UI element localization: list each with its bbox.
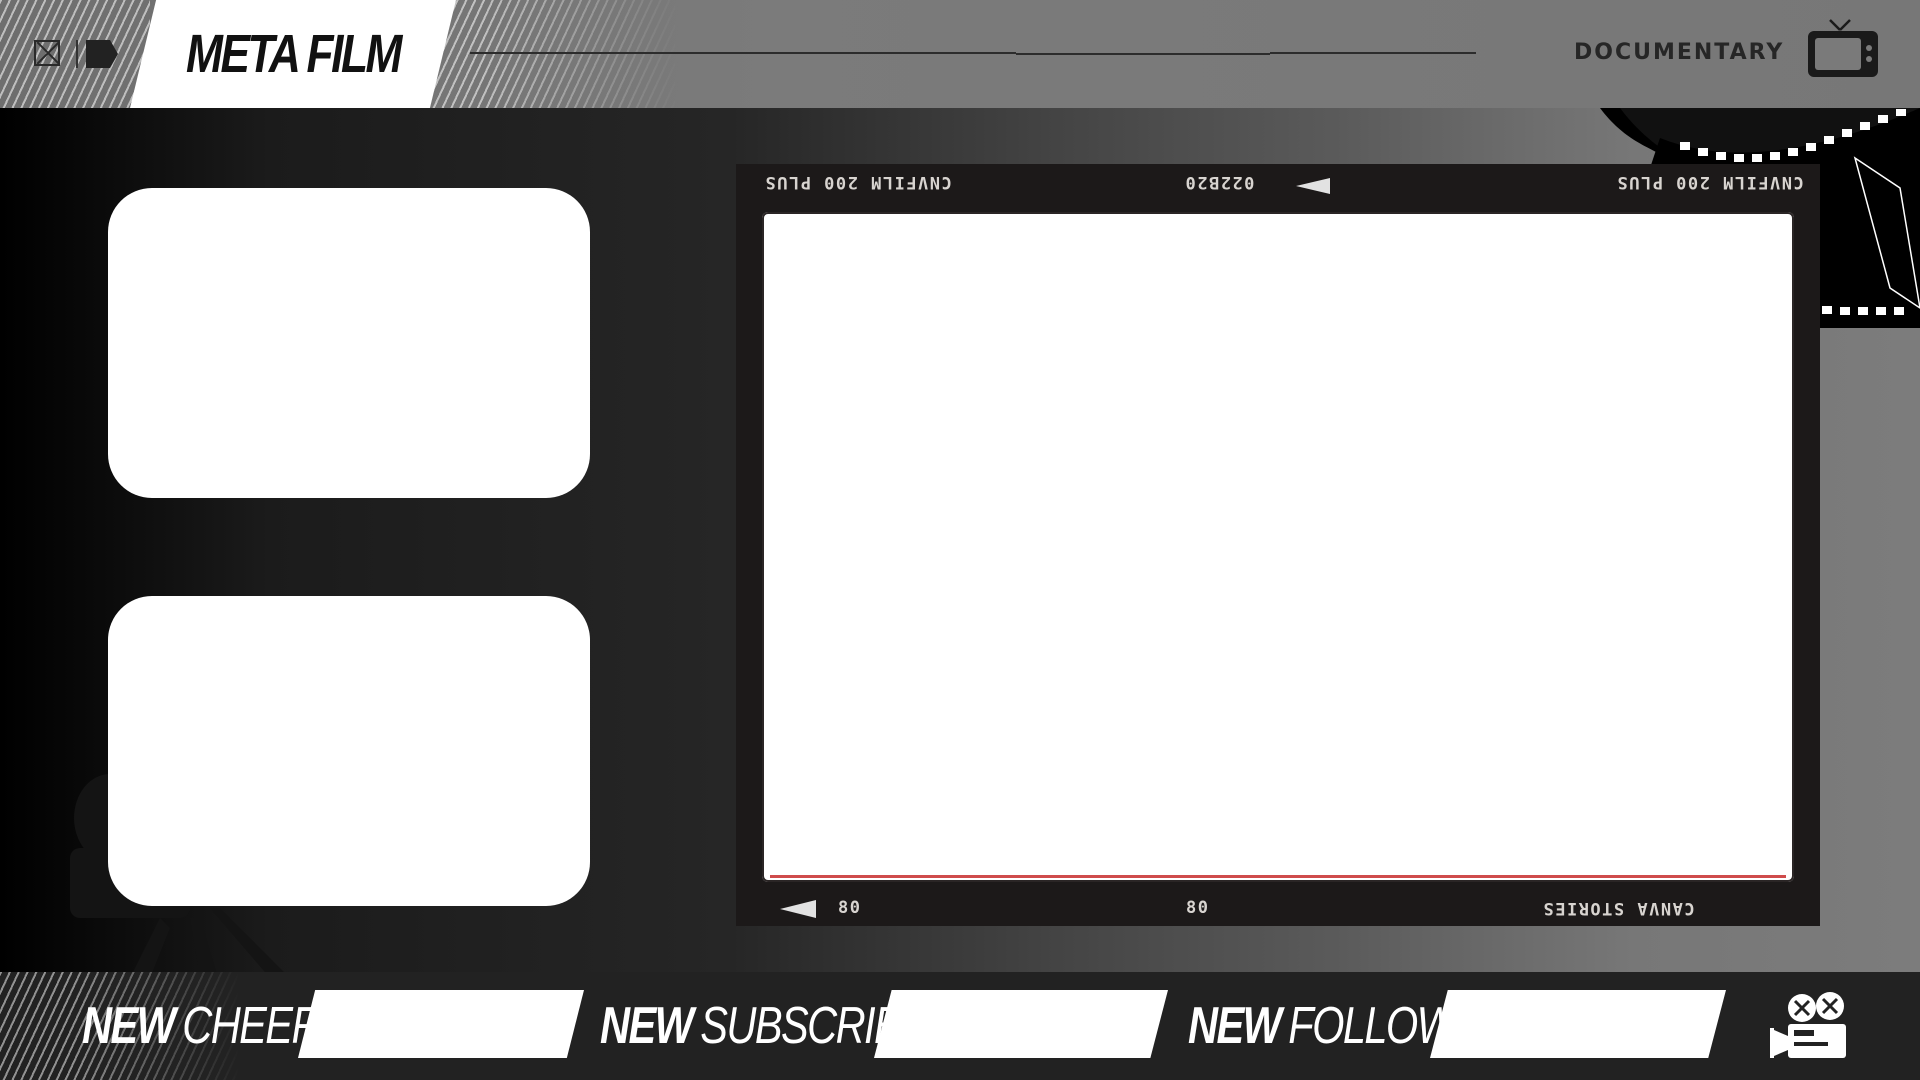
- film-arrow-icon: [1296, 178, 1330, 194]
- film-frame-number: 80: [838, 898, 862, 918]
- alert-label-strong: NEW: [1188, 997, 1282, 1055]
- diagonal-hatch-decoration: [0, 0, 150, 108]
- category-label: DOCUMENTARY: [1574, 40, 1785, 65]
- film-edge-code: 022B20: [1184, 172, 1255, 192]
- alert-label-strong: NEW: [82, 997, 176, 1055]
- alert-label-strong: NEW: [600, 997, 694, 1055]
- top-bar: META FILM DOCUMENTARY: [0, 0, 1920, 108]
- divider: [76, 40, 78, 68]
- stage-area: CNVFILM 200 PLUS 022B20 CNVFILM 200 PLUS…: [0, 108, 1920, 972]
- film-frame-number: 80: [1186, 898, 1210, 918]
- alerts-bar: NEW CHEERER NEW SUBSCRIBER NEW FOLLOWER: [0, 972, 1920, 1080]
- tv-icon: [1808, 19, 1878, 77]
- main-screen-slot: [762, 212, 1794, 882]
- film-edge-label: CNVFILM 200 PLUS: [764, 172, 952, 192]
- film-frame: CNVFILM 200 PLUS 022B20 CNVFILM 200 PLUS…: [736, 164, 1820, 926]
- alert-box-subscriber: [874, 990, 1168, 1058]
- divider-line: [470, 52, 1016, 54]
- film-arrow-icon: [780, 900, 816, 918]
- page-title: META FILM: [186, 24, 402, 84]
- film-edge-label: CNVFILM 200 PLUS: [1616, 172, 1804, 192]
- camera-slot-1: [108, 188, 590, 498]
- divider-line: [1270, 52, 1476, 54]
- diagonal-hatch-decoration: [430, 0, 680, 108]
- alert-box-cheerer: [298, 990, 584, 1058]
- movie-projector-icon: [1770, 992, 1846, 1058]
- close-box-icon[interactable]: [34, 40, 60, 66]
- film-edge-label: CANVA STORIES: [1542, 898, 1695, 918]
- alert-box-follower: [1430, 990, 1726, 1058]
- camera-slot-2: [108, 596, 590, 906]
- divider-line: [1016, 53, 1270, 55]
